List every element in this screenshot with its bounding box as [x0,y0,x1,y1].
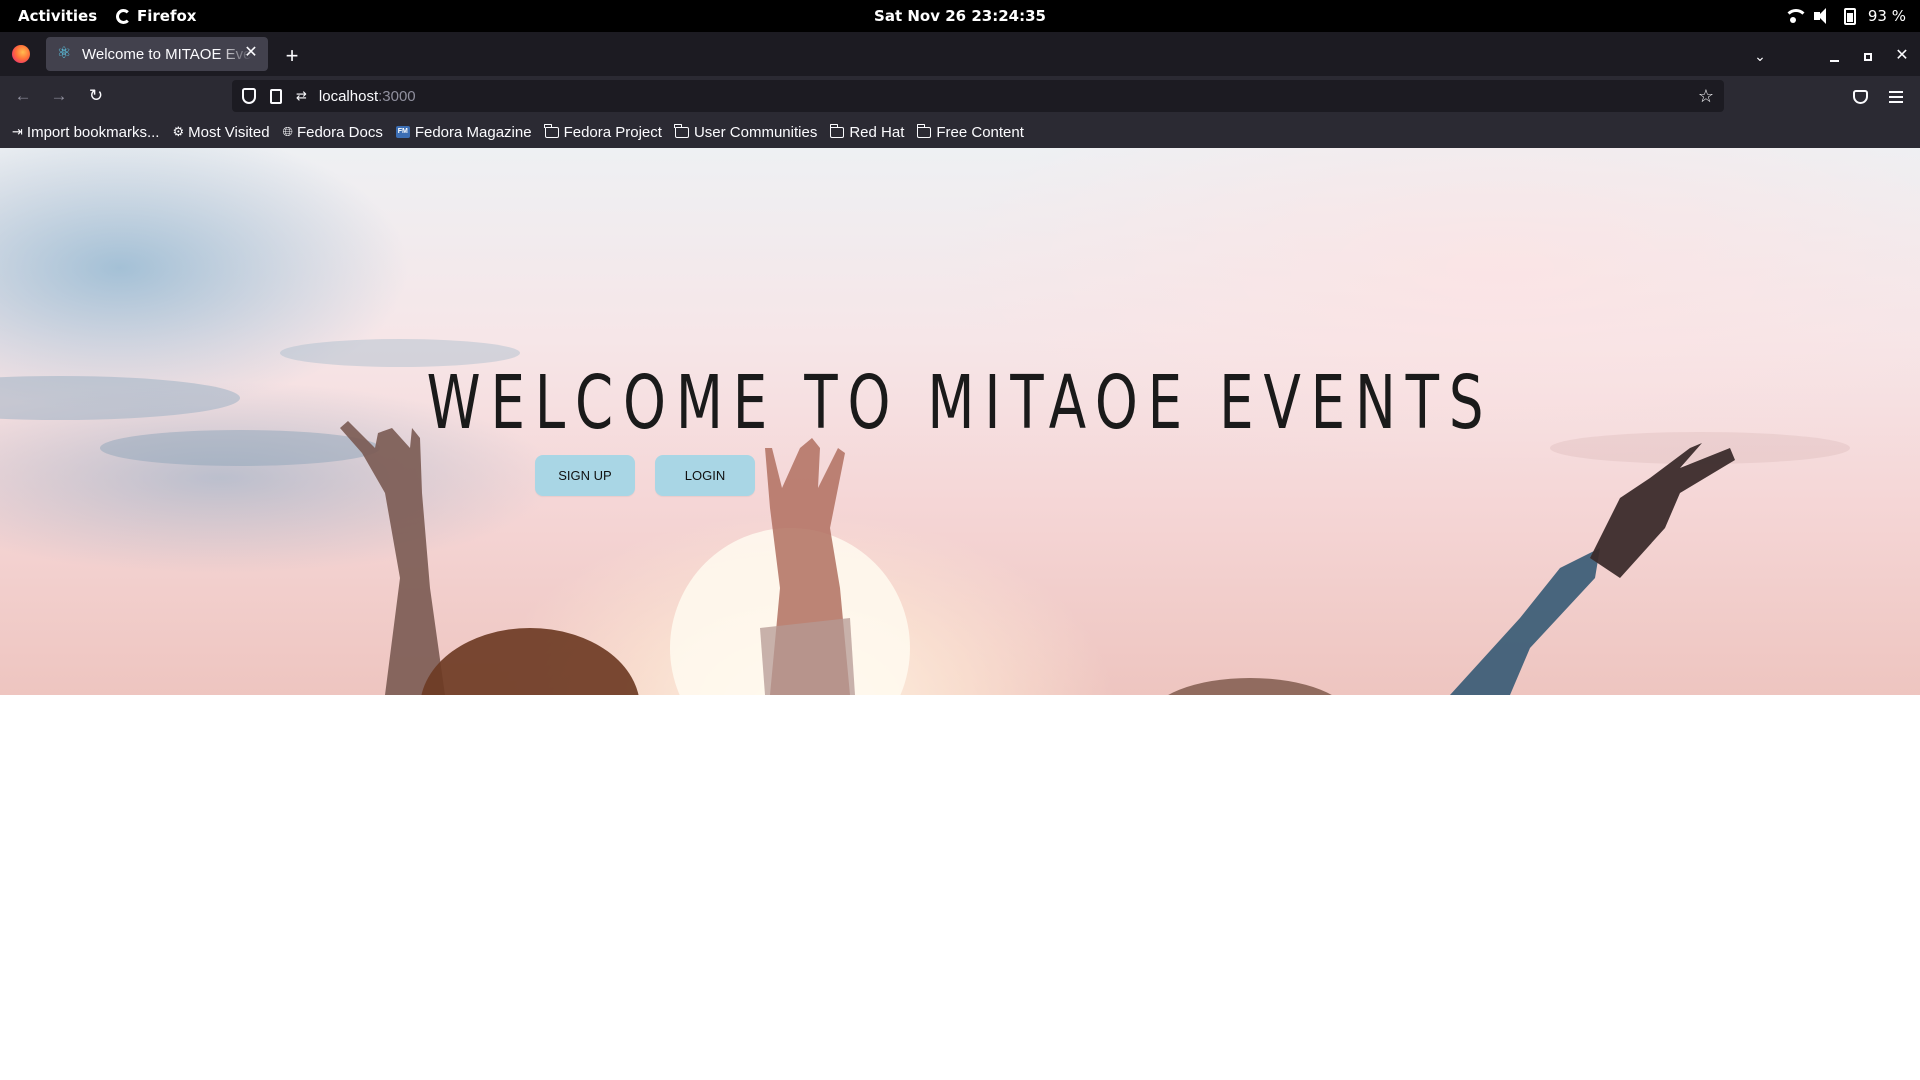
system-top-bar: Activities Firefox Sat Nov 26 23:24:35 9… [0,0,1920,32]
url-port: :3000 [378,87,416,105]
minimize-button[interactable] [1822,44,1846,68]
page-viewport: WELCOME TO MITAOE EVENTS SIGN UP LOGIN [0,148,1920,1080]
bookmark-label: Fedora Project [563,123,662,141]
tab-active[interactable]: ⚛ Welcome to MITAOE Events ✕ [46,37,268,71]
bookmark-user-communities[interactable]: User Communities [674,123,818,141]
tracking-protection-icon[interactable] [242,88,256,104]
bookmark-label: Most Visited [188,123,270,141]
bookmark-star-icon[interactable]: ☆ [1698,85,1714,107]
activities-button[interactable]: Activities [18,0,97,32]
pocket-icon [1852,89,1868,104]
close-tab-icon[interactable]: ✕ [242,44,260,62]
bookmark-label: Fedora Magazine [414,123,532,141]
bookmark-red-hat[interactable]: Red Hat [829,123,905,141]
gear-icon: ⚙ [172,124,185,139]
forward-button[interactable]: → [47,84,71,108]
folder-icon [674,123,689,138]
maximize-button[interactable] [1856,44,1880,68]
app-menu-button[interactable] [1884,84,1908,108]
hero-banner: WELCOME TO MITAOE EVENTS SIGN UP LOGIN [0,148,1920,695]
permissions-icon[interactable]: ⇄ [296,88,307,104]
bookmark-import[interactable]: ⇥ Import bookmarks... [12,124,159,141]
list-all-tabs-button[interactable]: ⌄ [1748,44,1772,68]
wifi-icon[interactable] [1783,9,1808,23]
tab-title: Welcome to MITAOE Events [82,45,252,63]
bookmark-most-visited[interactable]: ⚙ Most Visited [172,124,269,141]
battery-percentage[interactable]: 93 % [1868,7,1906,25]
bookmark-fedora-project[interactable]: Fedora Project [544,123,662,141]
new-tab-button[interactable]: + [280,44,304,68]
bookmark-label: Red Hat [849,123,905,141]
maximize-icon [1864,53,1872,62]
pocket-button[interactable] [1848,84,1872,108]
page-info-icon[interactable] [270,88,282,104]
login-button[interactable]: LOGIN [655,455,755,496]
app-menu[interactable]: Firefox [116,0,196,32]
bookmarks-toolbar: ⇥ Import bookmarks... ⚙ Most Visited 🌐︎ … [0,116,1920,148]
hero-button-group: SIGN UP LOGIN [535,455,755,496]
bookmark-label: Import bookmarks... [26,123,160,141]
signup-button[interactable]: SIGN UP [535,455,635,496]
fedora-magazine-icon: FM [395,126,410,138]
app-name: Firefox [137,7,197,25]
bookmark-fedora-magazine[interactable]: FM Fedora Magazine [395,123,532,141]
folder-icon [916,123,932,138]
system-tray[interactable]: 93 % [1783,0,1906,32]
hero-title: WELCOME TO MITAOE EVENTS [426,360,1494,446]
minimize-icon [1829,60,1839,63]
clock[interactable]: Sat Nov 26 23:24:35 [0,0,1920,32]
globe-icon: 🌐︎ [282,124,293,139]
firefox-view-icon[interactable] [12,45,30,63]
url-host: localhost [318,87,379,105]
import-icon: ⇥ [12,124,23,139]
volume-icon[interactable] [1813,8,1832,24]
close-window-button[interactable]: ✕ [1890,44,1914,68]
hamburger-menu-icon [1889,90,1903,103]
react-favicon-icon: ⚛ [56,45,72,62]
bookmark-label: User Communities [693,123,818,141]
firefox-app-icon [116,8,131,24]
back-button[interactable]: ← [11,84,35,108]
folder-icon [544,123,559,138]
reload-button[interactable]: ↻ [84,84,108,108]
folder-icon [829,123,845,138]
bookmark-fedora-docs[interactable]: 🌐︎ Fedora Docs [283,124,383,141]
navigation-toolbar: ← → ↻ ⇄ localhost:3000 ☆ [0,76,1920,116]
bookmark-free-content[interactable]: Free Content [916,123,1024,141]
url-bar[interactable]: ⇄ localhost:3000 ☆ [232,80,1724,112]
bookmark-label: Free Content [936,123,1024,141]
bookmark-label: Fedora Docs [296,123,383,141]
battery-icon[interactable] [1843,7,1856,25]
